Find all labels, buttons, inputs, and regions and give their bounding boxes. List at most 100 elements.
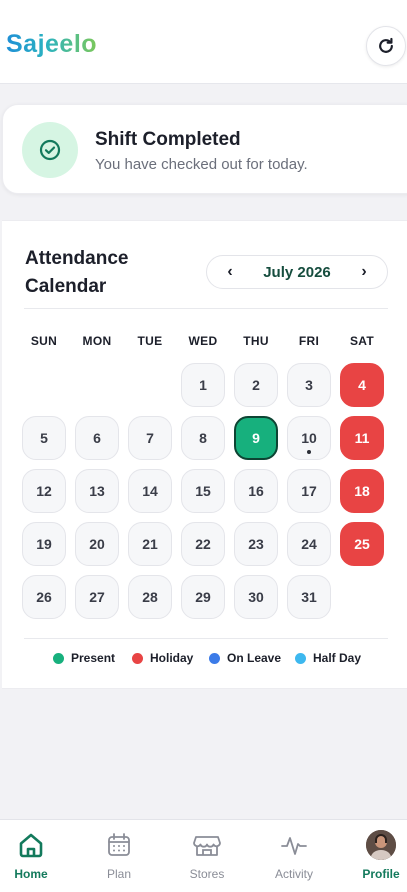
app-logo: Sajeelo [6,30,98,58]
nav-home[interactable]: Home [0,830,66,886]
bottom-nav: Home Plan Stores Activity Profile [0,819,407,892]
calendar-day-number: 17 [301,483,317,499]
calendar-day-31[interactable]: 31 [287,575,331,619]
weekday-sat: SAT [349,334,374,348]
calendar-day-2[interactable]: 2 [234,363,278,407]
activity-icon [281,837,307,855]
legend-label: Half Day [313,651,362,665]
home-icon [19,833,43,858]
shift-status-card: Shift Completed You have checked out for… [2,104,407,194]
calendar-day-18[interactable]: 18 [340,469,384,513]
calendar-legend: Present Holiday On Leave Half Day [2,651,407,667]
calendar-day-8[interactable]: 8 [181,416,225,460]
calendar-day-7[interactable]: 7 [128,416,172,460]
legend-item-present: Present [53,651,115,665]
refresh-button[interactable] [366,26,406,66]
calendar-day-9[interactable]: 9 [234,416,278,460]
avatar [366,830,396,860]
shift-status-icon-wrap [22,122,78,178]
nav-activity[interactable]: Activity [259,830,329,886]
calendar-day-number: 2 [252,377,260,393]
attendance-calendar-card: Attendance Calendar ‹ July 2026 › SUN MON… [2,220,407,689]
calendar-day-13[interactable]: 13 [75,469,119,513]
calendar-day-number: 27 [89,589,105,605]
today-indicator-dot [307,450,311,454]
calendar-day-25[interactable]: 25 [340,522,384,566]
nav-activity-label: Activity [274,867,313,881]
calendar-day-16[interactable]: 16 [234,469,278,513]
calendar-day-number: 6 [93,430,101,446]
calendar-day-17[interactable]: 17 [287,469,331,513]
calendar-icon [108,833,130,856]
calendar-day-19[interactable]: 19 [22,522,66,566]
calendar-day-5[interactable]: 5 [22,416,66,460]
calendar-day-number: 5 [40,430,48,446]
weekday-mon: MON [82,334,112,348]
calendar-day-23[interactable]: 23 [234,522,278,566]
calendar-day-number: 7 [146,430,154,446]
legend-item-holiday: Holiday [132,651,193,665]
weekday-wed: WED [188,334,218,348]
legend-label: Holiday [150,651,194,665]
calendar-day-6[interactable]: 6 [75,416,119,460]
calendar-title: Attendance Calendar [25,248,129,297]
weekday-tue: TUE [137,334,163,348]
nav-home-label: Home [14,867,48,881]
calendar-day-number: 9 [252,430,260,446]
calendar-day-20[interactable]: 20 [75,522,119,566]
calendar-day-number: 18 [354,483,370,499]
calendar-day-number: 15 [195,483,211,499]
nav-plan-label: Plan [106,867,132,881]
legend-dot [209,652,220,664]
calendar-day-27[interactable]: 27 [75,575,119,619]
calendar-day-number: 25 [354,536,370,552]
calendar-day-4[interactable]: 4 [340,363,384,407]
legend-dot [132,652,143,664]
legend-label: On Leave [227,651,282,665]
calendar-day-number: 26 [36,589,52,605]
calendar-day-21[interactable]: 21 [128,522,172,566]
calendar-day-number: 12 [36,483,52,499]
weekday-header: SUN MON TUE WED THU FRI SAT [22,334,392,350]
weekday-sun: SUN [30,334,58,348]
calendar-day-number: 3 [305,377,313,393]
calendar-day-24[interactable]: 24 [287,522,331,566]
calendar-day-number: 19 [36,536,52,552]
calendar-day-22[interactable]: 22 [181,522,225,566]
calendar-day-number: 11 [354,430,370,446]
calendar-day-number: 21 [142,536,158,552]
weekday-thu: THU [243,334,269,348]
calendar-day-30[interactable]: 30 [234,575,278,619]
calendar-day-26[interactable]: 26 [22,575,66,619]
calendar-day-number: 8 [199,430,207,446]
calendar-day-number: 30 [248,589,264,605]
nav-stores[interactable]: Stores [172,830,242,886]
calendar-day-11[interactable]: 11 [340,416,384,460]
month-label: July 2026 [263,264,331,281]
calendar-day-number: 29 [195,589,211,605]
calendar-day-10[interactable]: 10 [287,416,331,460]
calendar-day-number: 10 [301,430,317,446]
shift-status-title: Shift Completed [95,129,241,150]
nav-plan[interactable]: Plan [84,830,154,886]
legend-label: Present [71,651,116,665]
calendar-day-15[interactable]: 15 [181,469,225,513]
prev-month-button[interactable]: ‹ [215,256,245,288]
calendar-day-number: 1 [199,377,207,393]
calendar-day-12[interactable]: 12 [22,469,66,513]
calendar-day-3[interactable]: 3 [287,363,331,407]
store-icon [193,836,221,856]
calendar-day-1[interactable]: 1 [181,363,225,407]
calendar-day-number: 23 [248,536,264,552]
legend-dot [53,652,64,664]
calendar-day-28[interactable]: 28 [128,575,172,619]
nav-profile[interactable]: Profile [346,830,407,886]
calendar-day-number: 31 [301,589,317,605]
calendar-day-number: 24 [301,536,317,552]
calendar-day-29[interactable]: 29 [181,575,225,619]
app-header: Sajeelo [0,0,407,84]
nav-profile-label: Profile [362,867,400,881]
calendar-day-14[interactable]: 14 [128,469,172,513]
next-month-button[interactable]: › [349,256,379,288]
calendar-day-number: 22 [195,536,211,552]
